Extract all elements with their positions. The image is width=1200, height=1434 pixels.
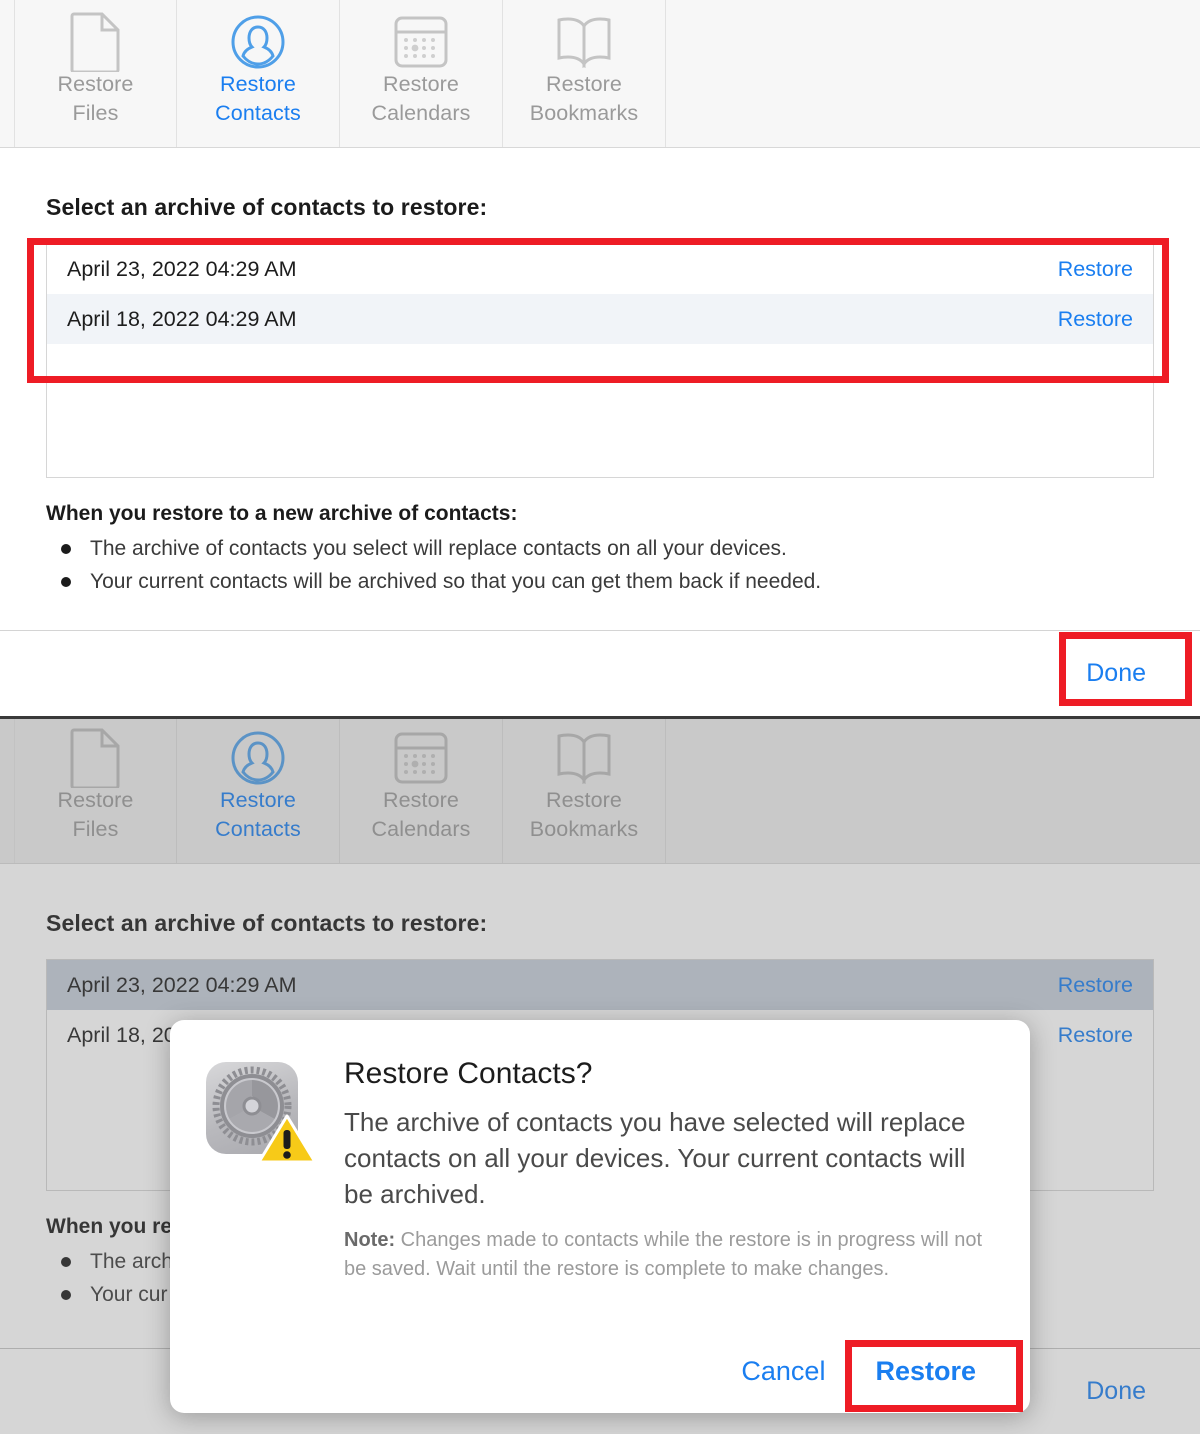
dialog-title: Restore Contacts? [344, 1057, 593, 1090]
panel-divider [0, 716, 1200, 719]
top-panel: Restore Files Restore Contacts Restore C… [0, 0, 1200, 716]
done-button[interactable]: Done [1080, 651, 1152, 696]
list-item: Your current contacts will be archived s… [46, 565, 1154, 598]
notes-heading: When you restore to a new archive of con… [46, 502, 518, 525]
page-title: Select an archive of contacts to restore… [46, 194, 488, 220]
tab-restore-files[interactable]: Restore Files [14, 0, 177, 147]
body-top: Select an archive of contacts to restore… [0, 148, 1200, 598]
archive-date: April 18, 2022 04:29 AM [67, 306, 297, 331]
list-item: The archive of contacts you select will … [46, 532, 1154, 565]
tabbar-top: Restore Files Restore Contacts Restore C… [0, 0, 1200, 148]
tab-restore-bookmarks[interactable]: Restore Bookmarks [503, 0, 666, 147]
restore-row-button[interactable]: Restore [1058, 307, 1133, 332]
calendar-icon [393, 14, 449, 70]
bookmark-book-icon [555, 14, 613, 70]
tab-label-line1: Restore [57, 72, 134, 96]
restore-row-button[interactable]: Restore [1058, 257, 1133, 282]
tab-label-line1: Restore [220, 72, 296, 96]
restore-contacts-dialog: Restore Contacts? The archive of contact… [170, 1020, 1030, 1413]
archive-date: April 23, 2022 04:29 AM [67, 256, 297, 281]
dialog-message: The archive of contacts you have selecte… [344, 1107, 966, 1209]
settings-gear-warning-icon [206, 1062, 317, 1284]
dialog-actions: Cancel Restore [719, 1344, 1004, 1399]
tab-label-line2: Contacts [215, 101, 301, 125]
tab-label-line2: Bookmarks [529, 101, 639, 125]
tab-restore-calendars[interactable]: Restore Calendars [340, 0, 503, 147]
tabbar-filler [666, 0, 1200, 147]
contact-person-icon [230, 14, 286, 70]
tab-label-line2: Files [72, 101, 119, 125]
table-row[interactable]: April 23, 2022 04:29 AM Restore [47, 244, 1153, 294]
notes-list: The archive of contacts you select will … [46, 532, 1154, 598]
document-icon [70, 12, 122, 72]
footer-top: Done [0, 630, 1200, 716]
cancel-button[interactable]: Cancel [719, 1344, 847, 1399]
restore-button[interactable]: Restore [847, 1344, 1004, 1399]
screenshot-root: Restore Files Restore Contacts Restore C… [0, 0, 1200, 1434]
tab-label-line2: Calendars [371, 101, 471, 125]
table-row[interactable]: April 18, 2022 04:29 AM Restore [47, 294, 1153, 344]
dialog-note-body: Changes made to contacts while the resto… [344, 1229, 983, 1280]
dialog-note: Note: Changes made to contacts while the… [344, 1226, 996, 1284]
tab-label-line1: Restore [383, 72, 459, 96]
tab-restore-contacts[interactable]: Restore Contacts [177, 0, 340, 147]
dialog-note-label: Note: [344, 1229, 396, 1251]
tab-label-line1: Restore [546, 72, 622, 96]
archive-list[interactable]: April 23, 2022 04:29 AM Restore April 18… [46, 243, 1154, 478]
